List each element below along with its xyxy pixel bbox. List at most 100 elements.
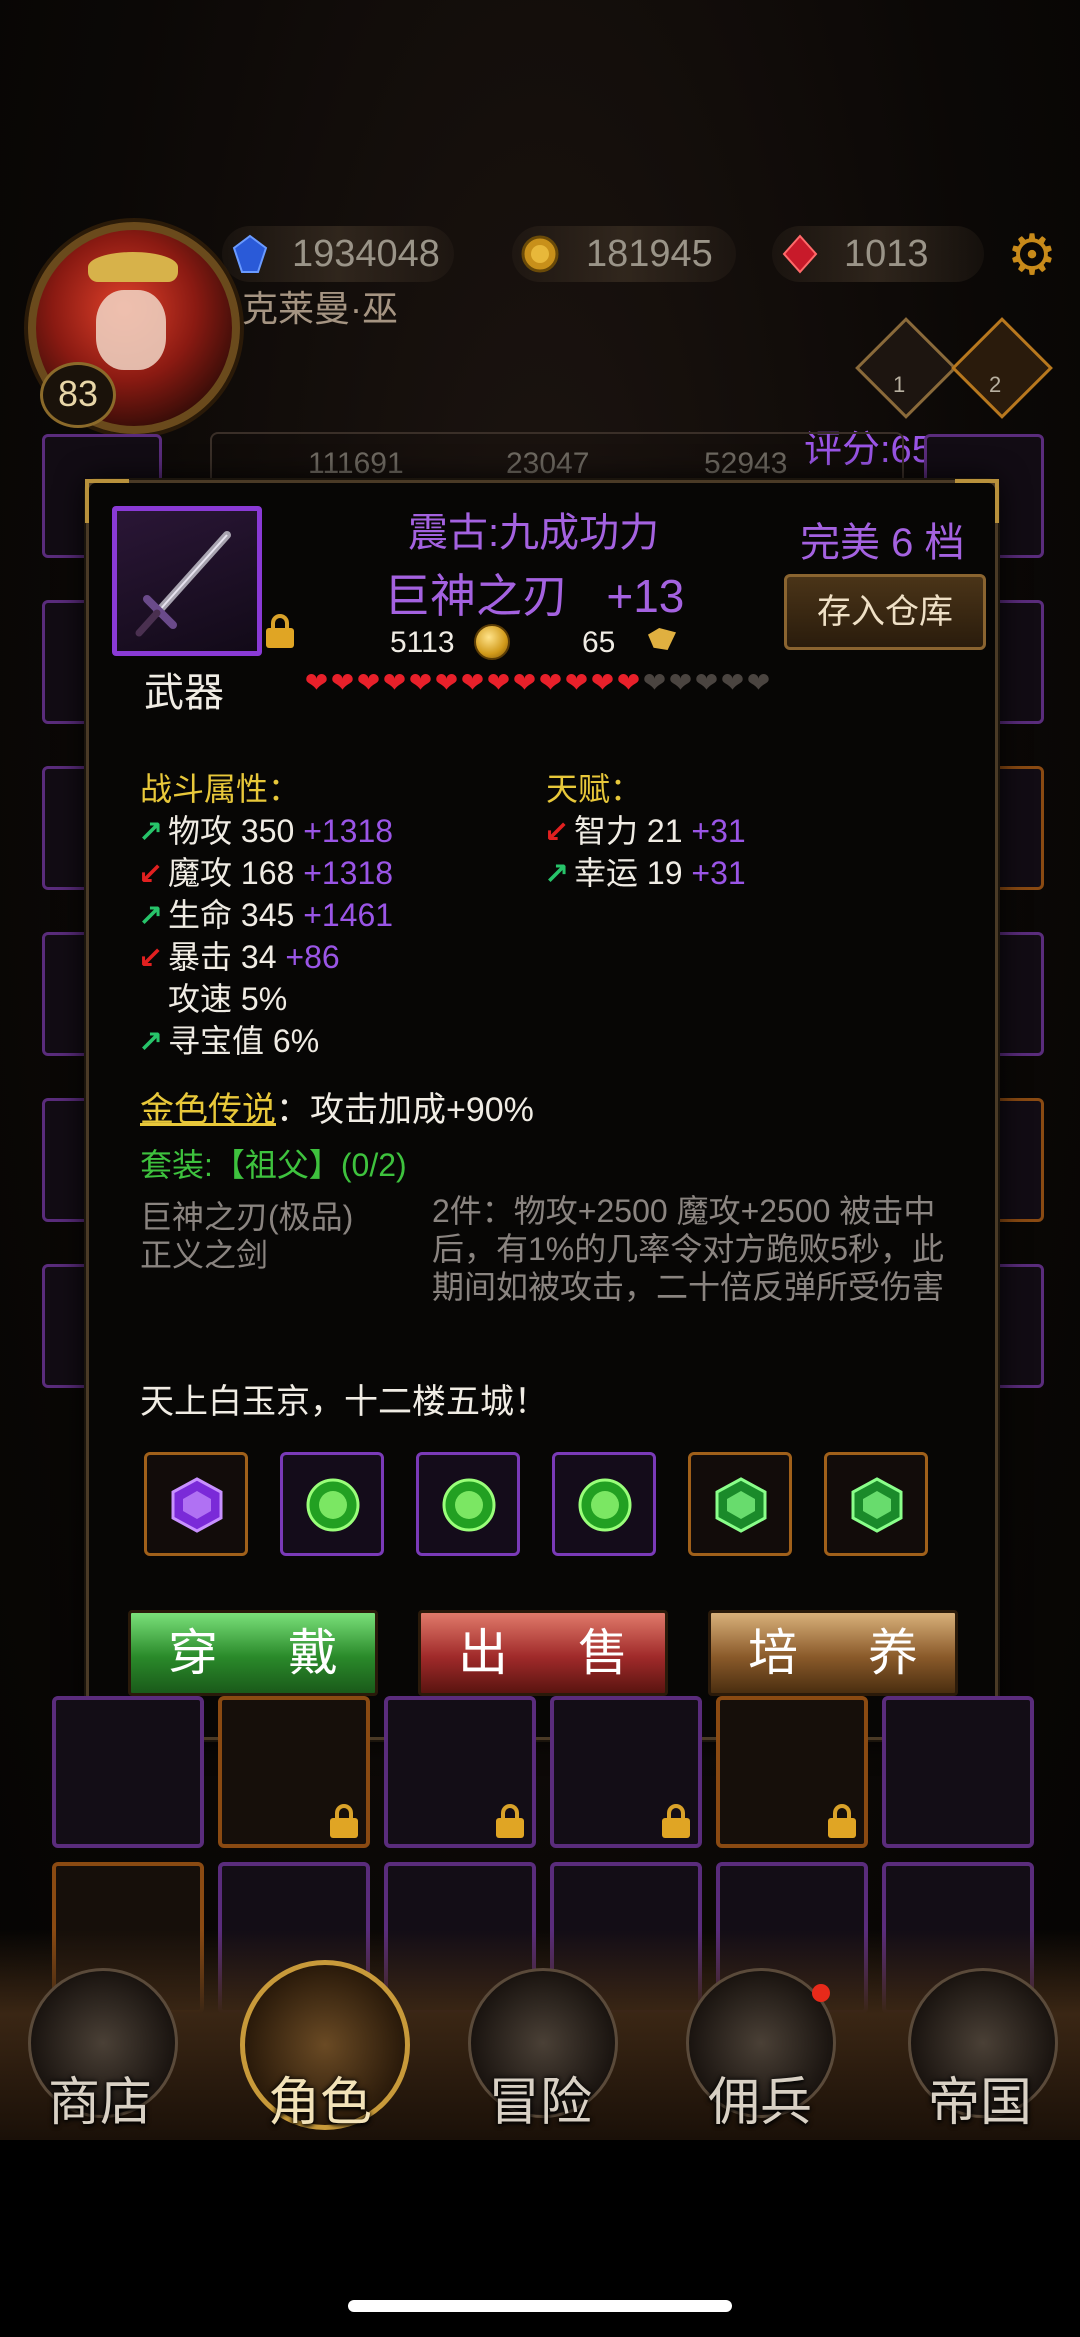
gold-value: 181945 <box>586 233 713 275</box>
stat-down-arrow-icon: ↙ <box>138 942 164 975</box>
stat-down-arrow-icon: ↙ <box>138 858 164 891</box>
store-to-warehouse-button[interactable]: 存入仓库 <box>784 574 986 650</box>
legendary-name[interactable]: 金色传说 <box>140 1091 276 1129</box>
avatar-tiara <box>88 252 178 282</box>
stat-up-arrow-icon: ↗ <box>544 858 570 891</box>
stat-up-arrow-icon: ↗ <box>138 900 164 933</box>
rank-badge-1-number: 1 <box>893 372 906 397</box>
heart-full-icon: ❤ <box>382 667 408 698</box>
notification-dot <box>812 1984 830 2002</box>
red-crystal-icon <box>782 234 818 274</box>
heart-empty-icon: ❤ <box>668 667 694 698</box>
item-flavor-quote: 天上白玉京，十二楼五城！ <box>140 1383 548 1421</box>
gem-socket[interactable] <box>280 1452 384 1556</box>
green-hex-gem-icon <box>715 1477 767 1533</box>
rank-badge-2-number: 2 <box>989 372 1002 397</box>
heart-empty-icon: ❤ <box>746 667 772 698</box>
stat-row: ↗ 幸运 19 +31 <box>544 848 746 894</box>
inventory-slot[interactable] <box>550 1696 702 1848</box>
heart-full-icon: ❤ <box>408 667 434 698</box>
heart-empty-icon: ❤ <box>694 667 720 698</box>
green-gem-icon <box>578 1478 632 1532</box>
stat-row: ↙ 暴击 34 +86 <box>138 932 340 978</box>
stat-down-arrow-icon: ↙ <box>544 816 570 849</box>
stat-label: 攻速 5% <box>168 981 288 1017</box>
stat-label: 物攻 350 <box>168 813 304 849</box>
settings-gear-icon[interactable]: ⚙ <box>1005 227 1059 283</box>
lock-icon <box>662 1804 690 1838</box>
inventory-slot[interactable] <box>384 1696 536 1848</box>
player-name: 克莱曼·巫 <box>242 288 398 329</box>
stat-bonus: +31 <box>691 813 746 849</box>
weapon-item-slot[interactable] <box>112 506 262 656</box>
stat-up-arrow-icon: ↗ <box>138 816 164 849</box>
stat-row: ↗ 物攻 350 +1318 <box>138 806 393 852</box>
gem-socket[interactable] <box>144 1452 248 1556</box>
player-level-badge: 83 <box>40 362 116 428</box>
inventory-slot[interactable] <box>716 1696 868 1848</box>
item-gem-value: 65 <box>582 626 616 659</box>
nav-adventure-label[interactable]: 冒险 <box>460 2060 620 2135</box>
item-lock-icon[interactable] <box>266 614 294 648</box>
item-subtitle: 震古:九成功力 <box>408 511 660 555</box>
stat-label: 生命 345 <box>168 897 304 933</box>
gem-socket[interactable] <box>824 1452 928 1556</box>
stat-up-arrow-icon: ↗ <box>138 1026 164 1059</box>
purple-gem-icon <box>171 1477 223 1533</box>
stat-label: 魔攻 168 <box>168 855 304 891</box>
heart-empty-icon: ❤ <box>642 667 668 698</box>
set-title: 套装:【祖父】(0/2) <box>140 1147 407 1183</box>
item-heart-rating: ❤❤❤❤❤❤❤❤❤❤❤❤❤❤❤❤❤❤ <box>304 666 772 699</box>
nav-empire-label[interactable]: 帝国 <box>900 2060 1060 2135</box>
red-crystals-value: 1013 <box>844 233 929 275</box>
stat-bonus: +1461 <box>303 897 394 933</box>
lock-icon <box>828 1804 856 1838</box>
nav-shop-label[interactable]: 商店 <box>20 2060 180 2135</box>
heart-empty-icon: ❤ <box>720 667 746 698</box>
sell-button[interactable]: 出 售 <box>418 1610 668 1696</box>
legendary-effect: 金色传说：攻击加成+90% <box>140 1082 534 1131</box>
currency-gold[interactable]: 181945 <box>512 226 736 282</box>
gem-socket[interactable] <box>688 1452 792 1556</box>
upgrade-button[interactable]: 培 养 <box>708 1610 958 1696</box>
stat-bonus: +31 <box>691 855 746 891</box>
heart-full-icon: ❤ <box>564 667 590 698</box>
inventory-slot[interactable] <box>52 1696 204 1848</box>
nav-character-label[interactable]: 角色 <box>240 2060 400 2135</box>
stat-row: 攻速 5% <box>138 974 287 1020</box>
heart-full-icon: ❤ <box>356 667 382 698</box>
combat-stats-title: 战斗属性： <box>140 771 301 807</box>
inventory-slot[interactable] <box>218 1696 370 1848</box>
stat-bonus: +1318 <box>303 855 394 891</box>
green-hex-gem-icon <box>851 1477 903 1533</box>
item-gold-value: 5113 <box>390 626 455 659</box>
stat-row: ↗ 生命 345 +1461 <box>138 890 393 936</box>
legendary-effect-text: ：攻击加成+90% <box>276 1091 534 1129</box>
heart-full-icon: ❤ <box>512 667 538 698</box>
heart-full-icon: ❤ <box>304 667 330 698</box>
gem-socket[interactable] <box>416 1452 520 1556</box>
heart-full-icon: ❤ <box>460 667 486 698</box>
equip-button[interactable]: 穿 戴 <box>128 1610 378 1696</box>
heart-full-icon: ❤ <box>590 667 616 698</box>
heart-full-icon: ❤ <box>434 667 460 698</box>
green-gem-icon <box>442 1478 496 1532</box>
item-name: 巨神之刃 +13 <box>384 570 685 622</box>
currency-blue-gems[interactable]: 1934048 <box>222 226 454 282</box>
stat-row: ↙ 智力 21 +31 <box>544 806 746 852</box>
avatar-face <box>96 290 166 370</box>
stat-label: 智力 21 <box>574 813 692 849</box>
heart-full-icon: ❤ <box>330 667 356 698</box>
gold-coin-icon <box>521 235 559 273</box>
home-indicator[interactable] <box>348 2300 732 2312</box>
inventory-slot[interactable] <box>882 1696 1034 1848</box>
currency-red-crystals[interactable]: 1013 <box>772 226 984 282</box>
talent-title: 天赋： <box>546 771 643 807</box>
stat-bonus: +86 <box>285 939 340 975</box>
blue-gem-icon <box>232 234 268 273</box>
gem-socket[interactable] <box>552 1452 656 1556</box>
blue-gems-value: 1934048 <box>292 233 440 275</box>
gold-coin-icon <box>474 624 510 660</box>
item-quality: 完美 6 档 <box>800 521 965 565</box>
nav-mercenary-label[interactable]: 佣兵 <box>680 2060 840 2135</box>
